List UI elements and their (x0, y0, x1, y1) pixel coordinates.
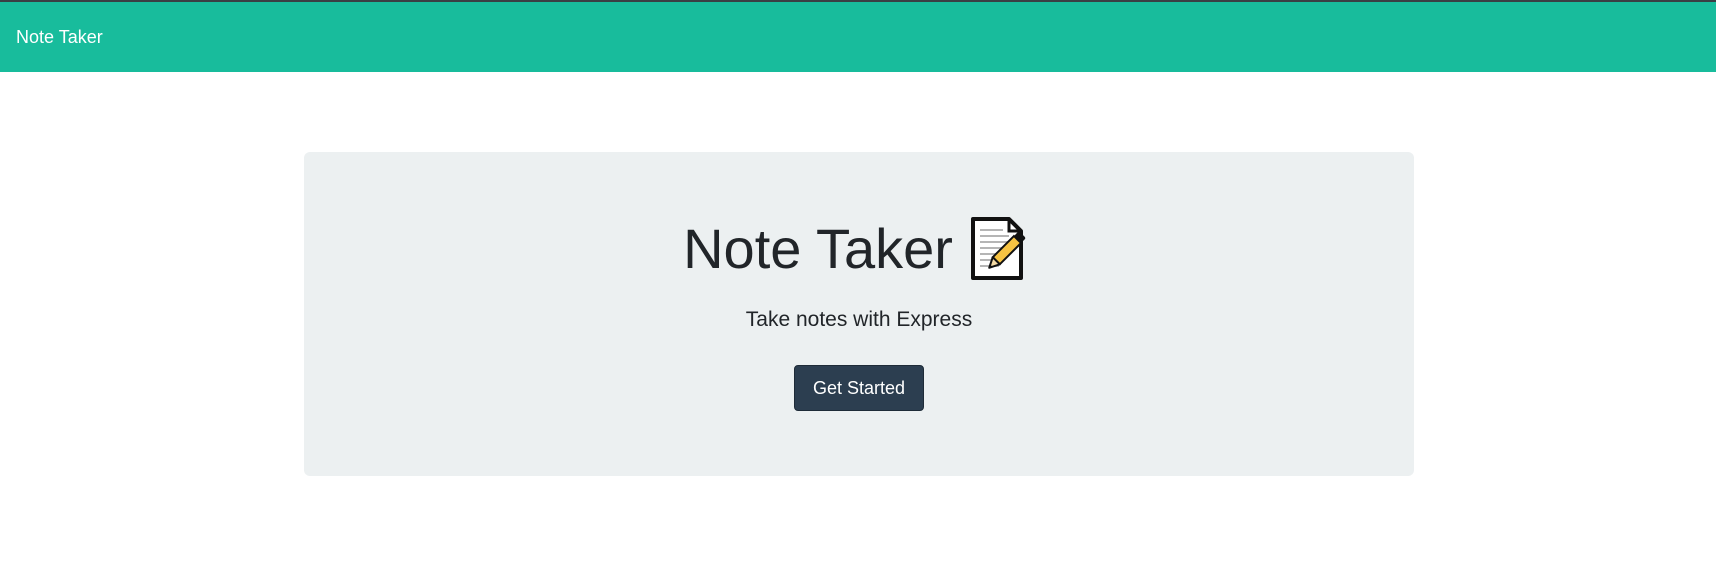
hero-title: Note Taker (683, 217, 953, 280)
hero-subtitle: Take notes with Express (745, 308, 973, 331)
hero-jumbotron: Note Taker Take notes with Express Get S… (304, 152, 1414, 476)
navbar: Note Taker (0, 2, 1716, 72)
get-started-button[interactable]: Get Started (794, 365, 924, 411)
hero-title-row: Note Taker (304, 214, 1414, 284)
memo-icon (970, 217, 1026, 280)
navbar-brand-link[interactable]: Note Taker (16, 26, 103, 48)
